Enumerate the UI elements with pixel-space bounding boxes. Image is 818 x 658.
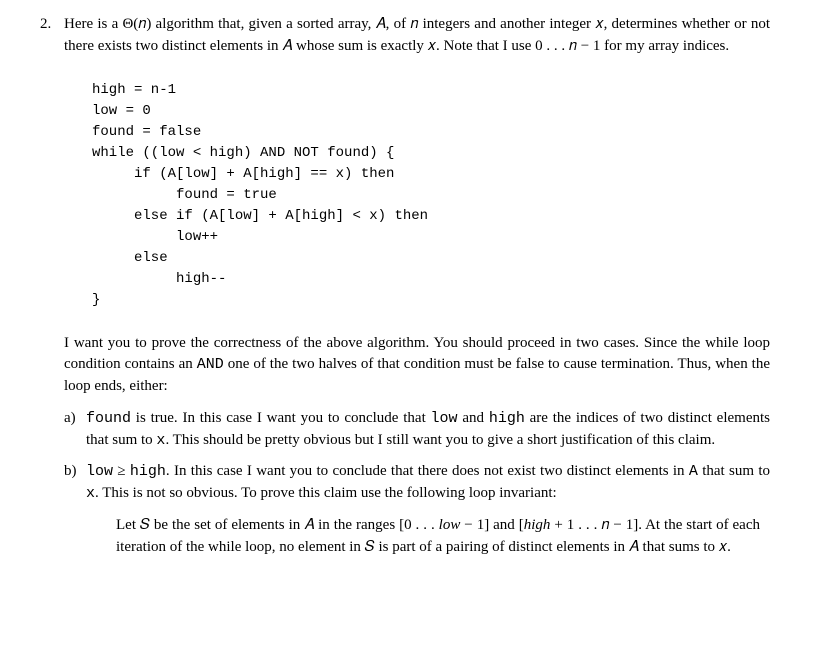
case-a-text-2: is true. In this case I want you to conc… bbox=[131, 410, 431, 426]
found-keyword: found bbox=[86, 410, 131, 427]
case-a-text-4: and bbox=[458, 410, 489, 426]
problem-number: 2. bbox=[40, 14, 64, 36]
case-b: b) low ≥ high. In this case I want you t… bbox=[64, 461, 770, 558]
pseudocode-block: high = n-1 low = 0 found = false while (… bbox=[92, 80, 770, 311]
case-b-text-4: . In this case I want you to conclude th… bbox=[166, 463, 689, 479]
case-b-label: b) bbox=[64, 461, 86, 483]
case-a-text-8: . This should be pretty obvious but I st… bbox=[165, 432, 715, 448]
low-keyword: low bbox=[431, 410, 458, 427]
proof-intro: I want you to prove the correctness of t… bbox=[64, 333, 770, 398]
intro-paragraph: Here is a Θ(𝑛) algorithm that, given a s… bbox=[64, 14, 770, 58]
case-b-text: low ≥ high. In this case I want you to c… bbox=[86, 461, 770, 505]
case-b-text-6: that sum to bbox=[698, 463, 770, 479]
case-a: a) found is true. In this case I want yo… bbox=[64, 408, 770, 452]
high-keyword-2: high bbox=[130, 463, 166, 480]
high-keyword: high bbox=[489, 410, 525, 427]
case-a-label: a) bbox=[64, 408, 86, 430]
inv-text-1: Let 𝑆 be the set of elements in 𝐴 in the… bbox=[116, 517, 439, 533]
case-b-body: low ≥ high. In this case I want you to c… bbox=[86, 461, 770, 558]
problem-body: Here is a Θ(𝑛) algorithm that, given a s… bbox=[64, 14, 770, 558]
low-italic: low bbox=[439, 517, 461, 533]
problem-item: 2. Here is a Θ(𝑛) algorithm that, given … bbox=[40, 14, 770, 558]
high-italic: high bbox=[524, 517, 551, 533]
inv-text-3: − 1] and [ bbox=[460, 517, 523, 533]
geq-symbol: ≥ bbox=[113, 463, 130, 479]
array-a-keyword: A bbox=[689, 463, 698, 480]
loop-invariant: Let 𝑆 be the set of elements in 𝐴 in the… bbox=[116, 515, 760, 559]
and-keyword: AND bbox=[197, 356, 224, 373]
low-keyword-2: low bbox=[86, 463, 113, 480]
case-b-text-8: . This is not so obvious. To prove this … bbox=[95, 485, 557, 501]
x-keyword-2: x bbox=[86, 485, 95, 502]
case-a-body: found is true. In this case I want you t… bbox=[86, 408, 770, 452]
